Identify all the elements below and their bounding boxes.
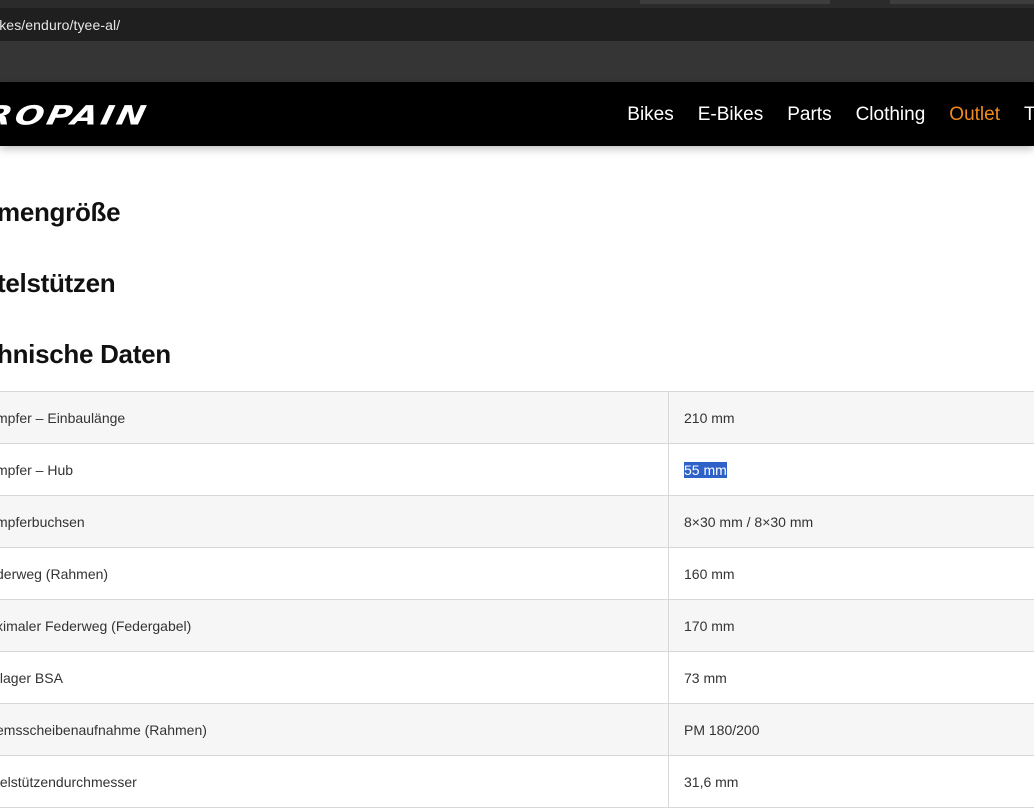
spec-label: emsscheibenaufnahme (Rahmen) xyxy=(0,721,207,738)
spec-label-cell: emsscheibenaufnahme (Rahmen) xyxy=(0,704,669,755)
spec-label-cell: mpferbuchsen xyxy=(0,496,669,547)
spec-value: 73 mm xyxy=(684,669,727,686)
spec-label: telstützendurchmesser xyxy=(0,773,137,790)
spec-label-cell: telstützendurchmesser xyxy=(0,756,669,807)
spec-label: derweg (Rahmen) xyxy=(0,565,109,582)
menu-item-clothing[interactable]: Clothing xyxy=(856,102,926,128)
menu-item-parts[interactable]: Parts xyxy=(787,102,831,128)
section-heading-frame-size[interactable]: mengröße xyxy=(0,197,121,228)
spec-value: 170 mm xyxy=(684,617,735,634)
table-row: mpferbuchsen 8×30 mm / 8×30 mm xyxy=(0,496,1034,548)
browser-tab[interactable] xyxy=(890,0,1034,4)
bookmarks-bar xyxy=(0,41,1034,82)
table-row: telstützendurchmesser 31,6 mm xyxy=(0,756,1034,808)
spec-label: mpfer – Einbaulänge xyxy=(0,409,126,426)
table-row: derweg (Rahmen) 160 mm xyxy=(0,548,1034,600)
table-row: mpfer – Einbaulänge 210 mm xyxy=(0,392,1034,444)
spec-table: mpfer – Einbaulänge 210 mm mpfer – Hub 55 m… xyxy=(0,391,1034,808)
spec-value-cell: 55 mm xyxy=(669,444,1034,495)
spec-value-cell: 31,6 mm xyxy=(669,756,1034,807)
menu-item-bikes[interactable]: Bikes xyxy=(627,102,673,128)
address-url: ikes/enduro/tyee-al/ xyxy=(0,16,121,33)
browser-tab-strip xyxy=(0,0,1034,8)
spec-value: 210 mm xyxy=(684,409,735,426)
spec-label: mpferbuchsen xyxy=(0,513,85,530)
table-row: ximaler Federweg (Federgabel) 170 mm xyxy=(0,600,1034,652)
spec-label-cell: tlager BSA xyxy=(0,652,669,703)
spec-value: 160 mm xyxy=(684,565,735,582)
site-logo[interactable]: ROPAIN xyxy=(0,100,152,131)
browser-tab[interactable] xyxy=(640,0,830,4)
table-row: mpfer – Hub 55 mm xyxy=(0,444,1034,496)
spec-label: ximaler Federweg (Federgabel) xyxy=(0,617,192,634)
spec-value: 55 mm xyxy=(684,461,727,478)
table-row: emsscheibenaufnahme (Rahmen) PM 180/200 xyxy=(0,704,1034,756)
menu-item-e-bikes[interactable]: E-Bikes xyxy=(698,102,763,128)
spec-value-cell: PM 180/200 xyxy=(669,704,1034,755)
menu-item-truncated[interactable]: T xyxy=(1024,102,1034,128)
spec-label-cell: mpfer – Hub xyxy=(0,444,669,495)
spec-value-cell: 160 mm xyxy=(669,548,1034,599)
spec-value: PM 180/200 xyxy=(684,721,760,738)
spec-label: mpfer – Hub xyxy=(0,461,74,478)
spec-value: 31,6 mm xyxy=(684,773,739,790)
spec-label-cell: ximaler Federweg (Federgabel) xyxy=(0,600,669,651)
section-heading-technical-data: hnische Daten xyxy=(0,339,171,369)
spec-value-cell: 8×30 mm / 8×30 mm xyxy=(669,496,1034,547)
address-bar[interactable]: ikes/enduro/tyee-al/ xyxy=(0,8,1034,41)
spec-value-cell: 73 mm xyxy=(669,652,1034,703)
spec-value-cell: 170 mm xyxy=(669,600,1034,651)
section-heading-seatposts[interactable]: telstützen xyxy=(0,268,116,299)
menu-item-outlet[interactable]: Outlet xyxy=(949,102,1000,128)
spec-label-cell: derweg (Rahmen) xyxy=(0,548,669,599)
spec-value-cell: 210 mm xyxy=(669,392,1034,443)
table-row: tlager BSA 73 mm xyxy=(0,652,1034,704)
spec-label: tlager BSA xyxy=(0,669,63,686)
spec-value: 8×30 mm / 8×30 mm xyxy=(684,513,814,530)
spec-label-cell: mpfer – Einbaulänge xyxy=(0,392,669,443)
main-menu: Bikes E-Bikes Parts Clothing Outlet T xyxy=(603,102,1034,128)
